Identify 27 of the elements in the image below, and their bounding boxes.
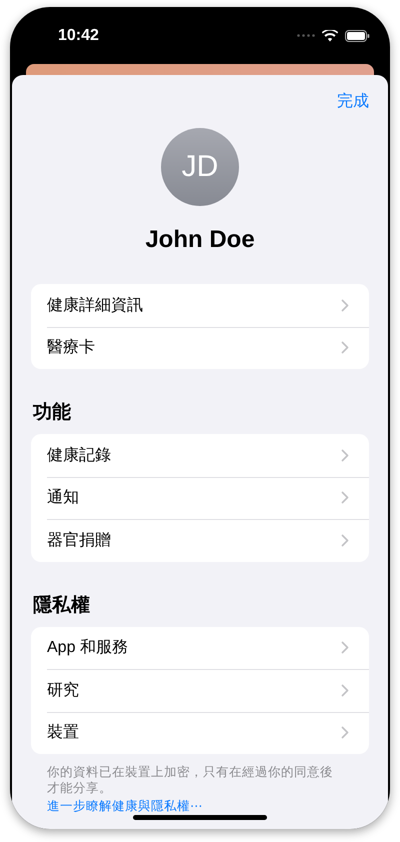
status-time: 10:42 xyxy=(58,26,99,44)
section-header: 隱私權 xyxy=(33,594,91,618)
chevron-icon xyxy=(341,491,349,504)
avatar: JD xyxy=(161,128,239,206)
list-item[interactable]: 健康詳細資訊 xyxy=(47,294,143,316)
chevron-icon xyxy=(341,726,349,740)
list-item[interactable]: 裝置 xyxy=(47,722,79,744)
section-header: 功能 xyxy=(33,401,72,425)
chevron-icon xyxy=(341,448,349,462)
footer-note: 你的資料已在裝置上加密，只有在經過你的同意後才能分享。 xyxy=(47,764,334,796)
list-item[interactable]: 器官捐贈 xyxy=(47,530,111,551)
list-item[interactable]: 通知 xyxy=(47,487,79,508)
learn-more-link[interactable]: 進一步瞭解健康與隱私權⋯ xyxy=(47,798,369,815)
chevron-icon xyxy=(341,684,349,697)
done-button[interactable]: 完成 xyxy=(337,91,369,112)
signal-dots-icon xyxy=(297,34,315,37)
chevron-icon xyxy=(341,534,349,547)
list-item[interactable]: 健康記錄 xyxy=(47,444,111,466)
battery-icon xyxy=(345,30,370,42)
chevron-icon xyxy=(341,641,349,654)
chevron-icon xyxy=(341,298,349,312)
list-item[interactable]: 研究 xyxy=(47,680,79,701)
list-item[interactable]: App 和服務 xyxy=(47,637,128,658)
wifi-icon xyxy=(322,30,338,42)
profile-name: John Doe xyxy=(145,226,255,254)
chevron-icon xyxy=(341,341,349,354)
list-item[interactable]: 醫療卡 xyxy=(47,337,95,358)
